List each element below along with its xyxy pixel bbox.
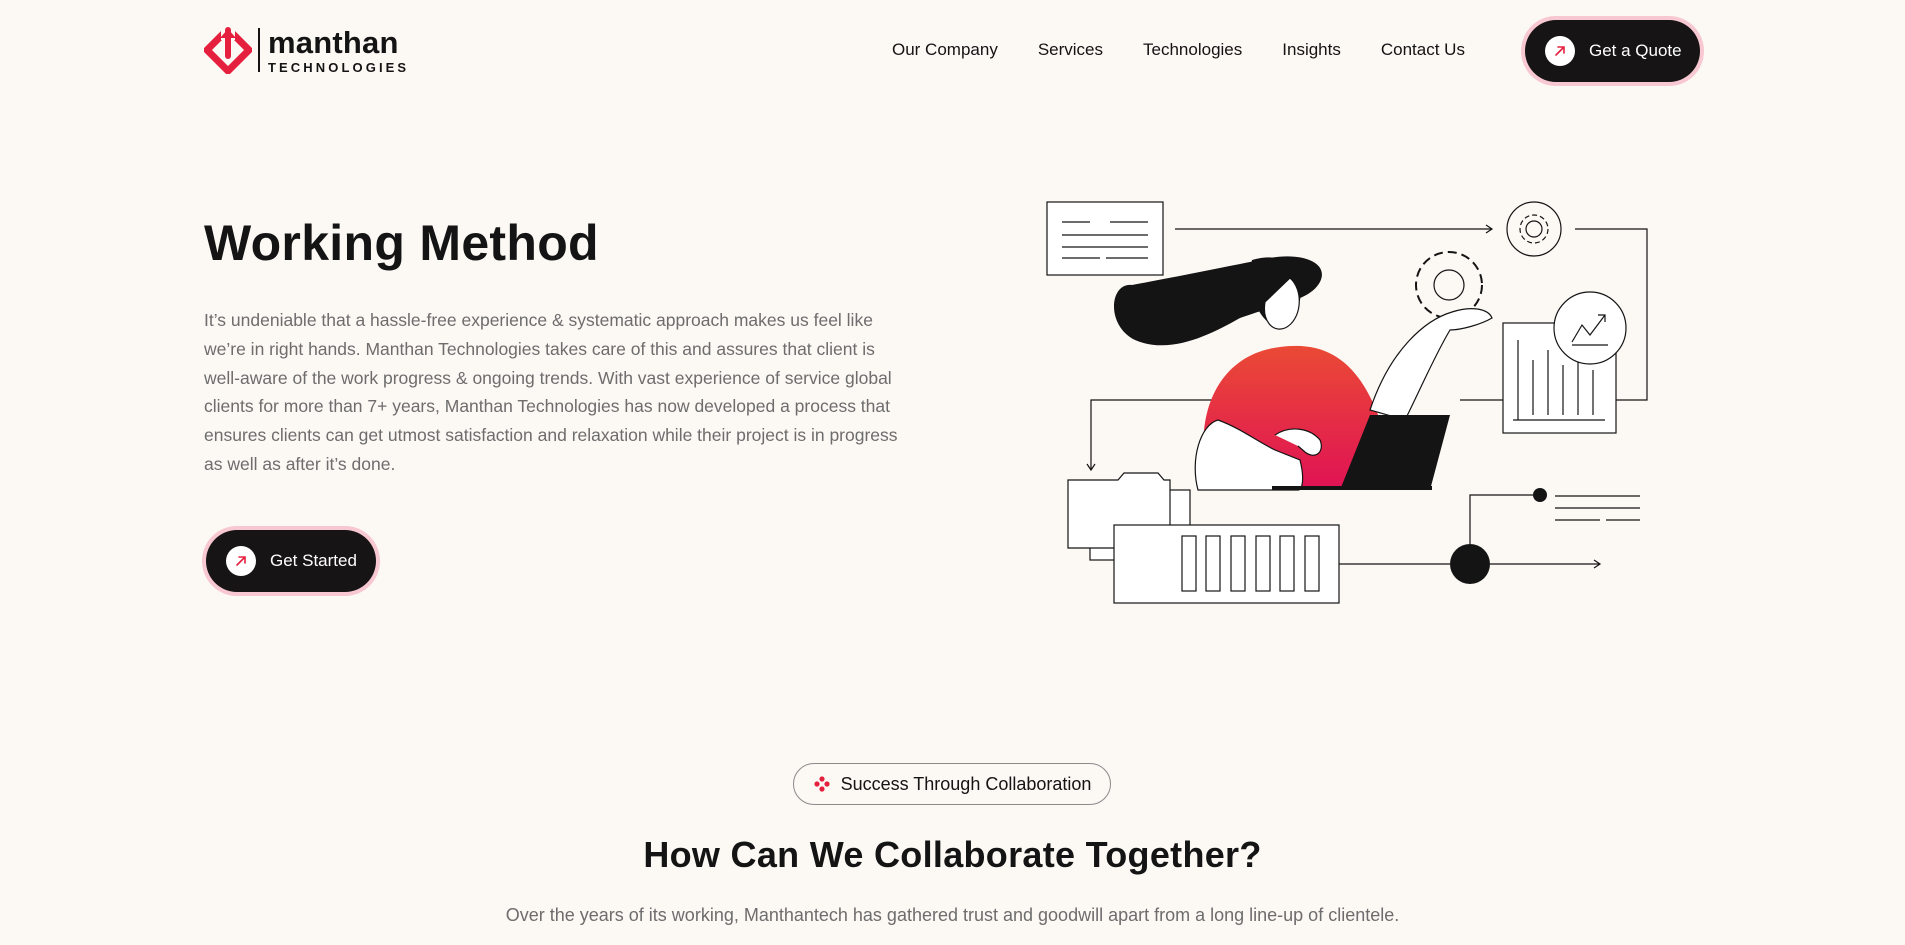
gear-small (1519, 214, 1549, 244)
get-a-quote-button[interactable]: Get a Quote (1525, 20, 1700, 82)
manthan-mark-icon (813, 776, 830, 792)
nav-insights[interactable]: Insights (1282, 40, 1341, 60)
workflow-illustration (1046, 201, 1648, 604)
logo-divider (258, 28, 260, 72)
collaboration-badge: Success Through Collaboration (793, 763, 1111, 805)
page-title: Working Method (204, 215, 599, 271)
get-started-label: Get Started (270, 551, 357, 570)
arrow-up-right-icon (226, 546, 256, 576)
hero-description: It’s undeniable that a hassle-free exper… (204, 310, 898, 474)
logo-wordmark: manthan TECHNOLOGIES (268, 27, 409, 74)
brand-subtitle: TECHNOLOGIES (268, 59, 410, 75)
main-nav: Our Company Services Technologies Insigh… (892, 40, 1505, 60)
brand-logo[interactable]: manthan TECHNOLOGIES (204, 26, 409, 74)
get-a-quote-label: Get a Quote (1589, 41, 1682, 60)
brand-name: manthan (268, 24, 399, 60)
section-description: Over the years of its working, Manthante… (505, 905, 1400, 925)
manthan-logo-icon (204, 26, 252, 74)
section-title: How Can We Collaborate Together? (643, 834, 1262, 875)
site-header: manthan TECHNOLOGIES Our Company Service… (0, 0, 1905, 104)
nav-contact-us[interactable]: Contact Us (1381, 40, 1465, 60)
nav-technologies[interactable]: Technologies (1143, 40, 1242, 60)
arrow-up-right-icon (1545, 36, 1575, 66)
get-started-button[interactable]: Get Started (206, 530, 376, 592)
collaboration-badge-label: Success Through Collaboration (840, 773, 1092, 794)
nav-services[interactable]: Services (1038, 40, 1103, 60)
nav-our-company[interactable]: Our Company (892, 40, 998, 60)
